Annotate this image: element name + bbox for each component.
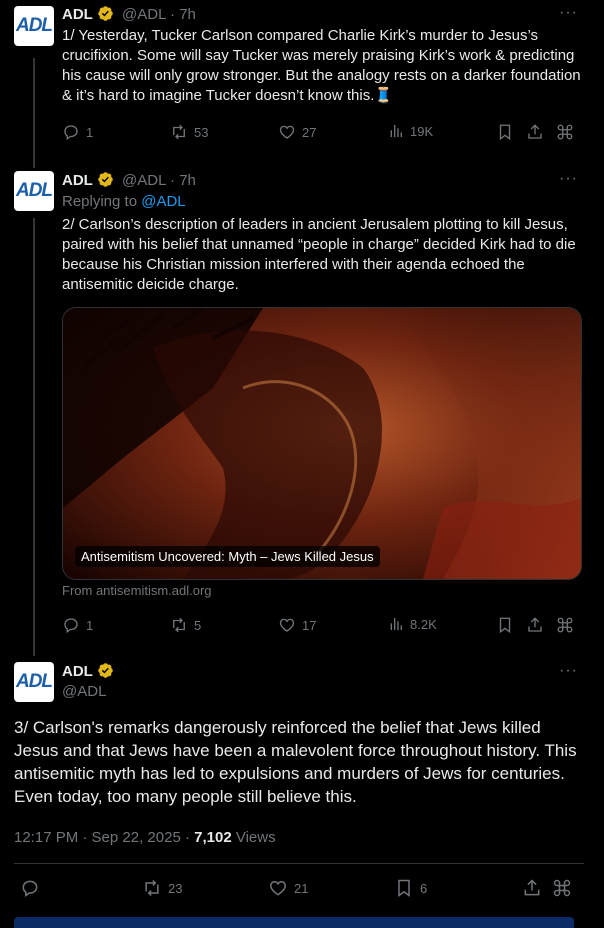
- action-bar: 1 5 17 8.2K: [62, 616, 582, 636]
- views-count: 7,102: [194, 829, 232, 846]
- repost-count: 23: [168, 880, 183, 896]
- more-options-icon[interactable]: ···: [559, 170, 578, 188]
- more-options-icon[interactable]: ···: [559, 4, 578, 22]
- avatar[interactable]: ADL: [14, 6, 54, 46]
- share-button[interactable]: [522, 878, 548, 898]
- card-source[interactable]: From antisemitism.adl.org: [62, 583, 212, 598]
- reply-icon: [22, 880, 38, 897]
- author-name[interactable]: ADL: [62, 172, 93, 189]
- card-image-art: [63, 308, 581, 579]
- post-time[interactable]: · 7h: [170, 172, 196, 189]
- repost-button[interactable]: 5: [170, 616, 201, 634]
- like-count: 27: [302, 124, 317, 140]
- avatar[interactable]: ADL: [14, 171, 54, 211]
- bookmark-button[interactable]: [496, 616, 520, 634]
- views-chart-icon: [390, 618, 402, 630]
- command-icon: [557, 124, 573, 140]
- post-timestamp[interactable]: 12:17 PM · Sep 22, 2025 ·: [14, 829, 194, 846]
- views-button[interactable]: 8.2K: [388, 616, 437, 632]
- share-button[interactable]: [526, 616, 550, 634]
- like-button[interactable]: 21: [268, 878, 308, 898]
- repost-icon: [173, 617, 185, 633]
- repost-icon: [145, 879, 159, 897]
- avatar[interactable]: ADL: [14, 662, 54, 702]
- bookmark-button[interactable]: 6: [394, 878, 427, 898]
- views-button[interactable]: 19K: [388, 123, 433, 139]
- like-button[interactable]: 17: [278, 616, 316, 634]
- divider: [14, 863, 584, 864]
- views-chart-icon: [390, 125, 402, 137]
- link-card-image[interactable]: Antisemitism Uncovered: Myth – Jews Kill…: [62, 307, 582, 580]
- view-count: 8.2K: [410, 616, 437, 632]
- verified-badge-icon: [98, 663, 113, 678]
- heart-icon: [270, 880, 286, 896]
- avatar-logo-text: ADL: [15, 180, 53, 201]
- tweet-1[interactable]: ADL ADL @ADL · 7h ··· 1/ Yesterday, Tuck…: [0, 0, 604, 165]
- heart-icon: [279, 125, 295, 139]
- grok-button[interactable]: [556, 616, 580, 634]
- like-button[interactable]: 27: [278, 123, 316, 141]
- replying-to: Replying to @ADL: [62, 192, 186, 212]
- verified-badge-icon: [98, 6, 113, 21]
- card-title[interactable]: Antisemitism Uncovered: Myth – Jews Kill…: [75, 546, 380, 567]
- repost-icon: [173, 124, 185, 140]
- bookmark-icon: [499, 124, 511, 141]
- replying-to-link[interactable]: @ADL: [141, 193, 185, 210]
- repost-button[interactable]: 23: [142, 878, 182, 898]
- bookmark-icon: [499, 617, 511, 634]
- author-handle[interactable]: @ADL: [62, 683, 106, 700]
- views-label: Views: [231, 829, 276, 846]
- bookmark-button[interactable]: [496, 123, 520, 141]
- reply-button[interactable]: 1: [62, 616, 93, 634]
- author-handle[interactable]: @ADL: [122, 6, 166, 23]
- share-icon: [528, 617, 542, 632]
- like-count: 21: [294, 880, 309, 896]
- author-name[interactable]: ADL: [62, 663, 93, 680]
- replying-label: Replying to: [62, 193, 138, 210]
- more-options-icon[interactable]: ···: [559, 662, 578, 680]
- reply-count: 1: [86, 617, 94, 633]
- post-time[interactable]: · 7h: [170, 6, 196, 23]
- tweet-header: ADL @ADL · 7h: [62, 5, 196, 25]
- reply-count: 1: [86, 124, 94, 140]
- action-bar: 1 53 27 19K: [62, 123, 582, 143]
- tweet-text: 2/ Carlson’s description of leaders in a…: [62, 216, 576, 293]
- repost-button[interactable]: 53: [170, 123, 208, 141]
- command-icon: [557, 617, 573, 633]
- post-meta: 12:17 PM · Sep 22, 2025 · 7,102 Views: [14, 829, 276, 846]
- author-name[interactable]: ADL: [62, 6, 93, 23]
- bookmark-count: 6: [420, 880, 428, 896]
- bookmark-icon: [398, 879, 410, 897]
- share-icon: [528, 124, 542, 139]
- bottom-banner-edge: [14, 917, 574, 928]
- reply-icon: [64, 125, 78, 141]
- grok-button[interactable]: [556, 123, 580, 141]
- tweet-text: 1/ Yesterday, Tucker Carlson compared Ch…: [62, 27, 581, 104]
- author-handle[interactable]: @ADL: [122, 172, 166, 189]
- view-count: 19K: [410, 123, 434, 139]
- author-handle-row: @ADL: [62, 682, 106, 702]
- reply-button[interactable]: [20, 878, 46, 898]
- tweet-header: ADL: [62, 662, 114, 682]
- avatar-logo-text: ADL: [15, 671, 53, 692]
- tweet-text: 3/ Carlson's remarks dangerously reinfor…: [14, 718, 577, 806]
- reply-icon: [64, 618, 78, 634]
- tweet-header: ADL @ADL · 7h: [62, 171, 196, 191]
- verified-badge-icon: [98, 172, 113, 187]
- repost-count: 53: [194, 124, 209, 140]
- avatar-logo-text: ADL: [15, 15, 53, 36]
- share-button[interactable]: [526, 123, 550, 141]
- reply-button[interactable]: 1: [62, 123, 93, 141]
- action-bar: 23 21 6: [20, 878, 580, 900]
- grok-button[interactable]: [552, 878, 578, 898]
- share-icon: [524, 879, 540, 896]
- like-count: 17: [302, 617, 317, 633]
- command-icon: [553, 879, 571, 897]
- repost-count: 5: [194, 617, 202, 633]
- heart-icon: [279, 618, 295, 632]
